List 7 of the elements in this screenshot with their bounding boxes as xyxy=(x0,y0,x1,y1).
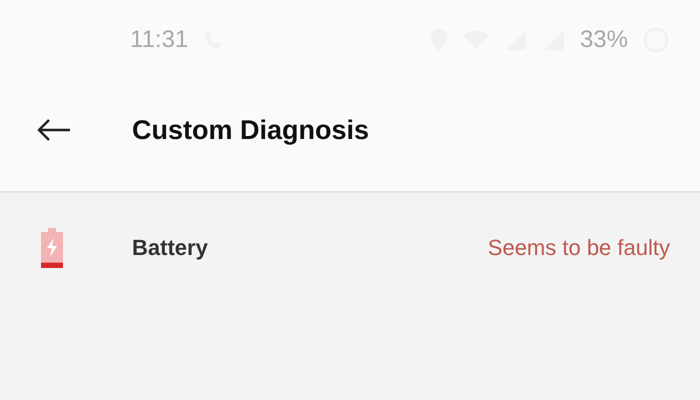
back-arrow-icon[interactable] xyxy=(36,118,72,142)
status-time: 11:31 xyxy=(130,26,188,54)
item-status: Seems to be faulty xyxy=(488,235,670,261)
battery-icon xyxy=(40,228,64,268)
item-label: Battery xyxy=(132,235,209,261)
page-title: Custom Diagnosis xyxy=(132,114,370,146)
battery-percent: 33% xyxy=(580,26,628,54)
